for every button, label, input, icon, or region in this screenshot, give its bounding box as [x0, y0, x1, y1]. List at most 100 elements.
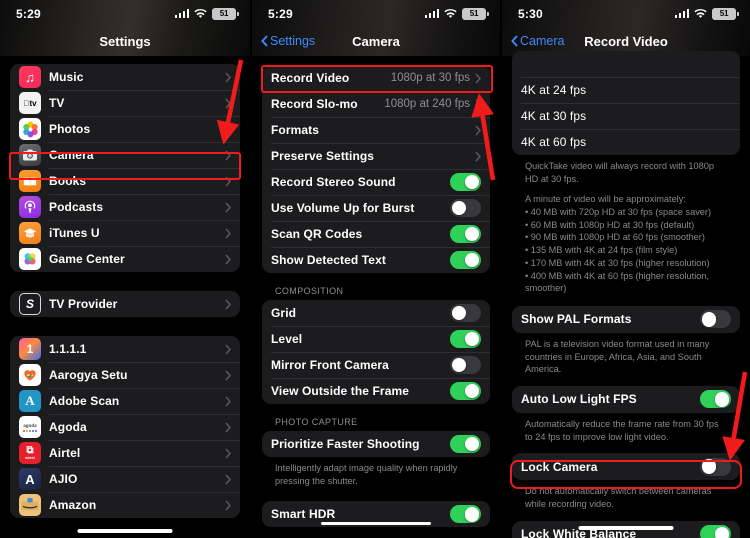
row-record-stereo-sound[interactable]: Record Stereo Sound	[262, 169, 490, 195]
wifi-icon	[694, 8, 707, 19]
toggle-grid[interactable]	[450, 304, 481, 322]
chevron-right-icon	[225, 370, 231, 380]
chevron-right-icon	[475, 125, 481, 135]
nav-bar: Camera Record Video	[502, 27, 750, 55]
row-mirror-front-camera[interactable]: Mirror Front Camera	[262, 352, 490, 378]
sidebar-item-books[interactable]: Books	[10, 168, 240, 194]
row-label: Record Video	[271, 71, 350, 85]
sidebar-item-aarogya-setu[interactable]: Aarogya Setu	[10, 362, 240, 388]
sidebar-item-agoda[interactable]: agoda Agoda	[10, 414, 240, 440]
row-lock-camera[interactable]: Lock Camera	[512, 453, 740, 480]
sidebar-item-music[interactable]: ♫ Music	[10, 64, 240, 90]
row-label: Smart HDR	[271, 507, 336, 522]
option-4k-60[interactable]: 4K at 60 fps	[512, 129, 740, 155]
toggle-record-stereo-sound[interactable]	[450, 173, 481, 191]
row-label: Agoda	[49, 420, 87, 434]
row-label: 4K at 30 fps	[521, 109, 587, 123]
row-label: View Outside the Frame	[271, 384, 410, 398]
chevron-right-icon	[225, 98, 231, 108]
toggle-prioritize-faster-shooting[interactable]	[450, 435, 481, 453]
back-button[interactable]: Camera	[511, 34, 564, 48]
row-label: 4K at 24 fps	[521, 83, 587, 97]
composition-group: Grid Level Mirror Front Camera View Outs…	[262, 300, 490, 404]
back-label: Settings	[270, 34, 316, 48]
cellular-bars-icon	[424, 9, 439, 18]
chevron-right-icon	[225, 422, 231, 432]
cloudflare-app-icon: 1	[19, 338, 41, 360]
home-indicator	[578, 526, 674, 530]
toggle-show-pal-formats[interactable]	[700, 310, 731, 329]
row-label: Scan QR Codes	[271, 227, 363, 241]
three-panel-screenshot: 5:29 51 Settings ♫ Music tv	[0, 0, 750, 538]
toggle-use-volume-up-for-burst[interactable]	[450, 199, 481, 217]
footnote-sizes-intro: A minute of video will be approximately:	[525, 194, 686, 205]
row-label: Level	[271, 332, 303, 346]
sidebar-item-tv[interactable]: tv TV	[10, 90, 240, 116]
status-bar: 5:30 51	[502, 0, 750, 27]
section-header-photo-capture: PHOTO CAPTURE	[275, 417, 358, 427]
row-label: Record Stereo Sound	[271, 175, 396, 189]
sidebar-item-itunes-u[interactable]: iTunes U	[10, 220, 240, 246]
option-4k-24[interactable]: 4K at 24 fps	[512, 77, 740, 103]
row-grid[interactable]: Grid	[262, 300, 490, 326]
sidebar-item-cloudflare[interactable]: 1 1.1.1.1	[10, 336, 240, 362]
row-label: Use Volume Up for Burst	[271, 201, 415, 215]
sidebar-item-adobe-scan[interactable]: A Adobe Scan	[10, 388, 240, 414]
row-scan-qr-codes[interactable]: Scan QR Codes	[262, 221, 490, 247]
toggle-scan-qr-codes[interactable]	[450, 225, 481, 243]
lock-camera-group: Lock Camera	[512, 453, 740, 481]
chevron-right-icon	[225, 254, 231, 264]
row-record-video[interactable]: Record Video 1080p at 30 fps	[262, 65, 490, 91]
footnote-size-3: • 135 MB with 4K at 24 fps (film style)	[525, 245, 678, 256]
photo-capture-group: Prioritize Faster Shooting	[262, 431, 490, 457]
row-show-detected-text[interactable]: Show Detected Text	[262, 247, 490, 273]
sidebar-item-ajio[interactable]: A AJIO	[10, 466, 240, 492]
row-preserve-settings[interactable]: Preserve Settings	[262, 143, 490, 169]
row-prioritize-faster-shooting[interactable]: Prioritize Faster Shooting	[262, 431, 490, 457]
footnote-pal: PAL is a television video format used in…	[525, 338, 710, 375]
row-record-slo-mo[interactable]: Record Slo-mo 1080p at 240 fps	[262, 91, 490, 117]
back-button[interactable]: Settings	[261, 34, 315, 48]
wifi-icon	[444, 8, 457, 19]
sidebar-item-camera[interactable]: Camera	[10, 142, 240, 168]
sidebar-item-airtel[interactable]: ⧉ airtel Airtel	[10, 440, 240, 466]
toggle-smart-hdr[interactable]	[450, 505, 481, 524]
sidebar-item-amazon[interactable]: Amazon	[10, 492, 240, 518]
toggle-lock-camera[interactable]	[700, 457, 731, 476]
toggle-lock-white-balance[interactable]	[700, 525, 731, 538]
tv-provider-app-icon: S	[19, 293, 41, 315]
nav-bar: Settings Camera	[252, 27, 500, 55]
toggle-show-detected-text[interactable]	[450, 251, 481, 269]
sidebar-item-game-center[interactable]: Game Center	[10, 246, 240, 272]
chevron-right-icon	[225, 72, 231, 82]
home-indicator	[321, 521, 431, 525]
row-label: Grid	[271, 306, 297, 320]
sidebar-item-tv-provider[interactable]: S TV Provider	[10, 291, 240, 317]
toggle-mirror-front-camera[interactable]	[450, 356, 481, 374]
home-indicator	[77, 529, 173, 533]
apps-group-2: S TV Provider	[10, 291, 240, 317]
record-video-list: 4K at 24 fps 4K at 30 fps 4K at 60 fps Q…	[502, 51, 750, 538]
panel-record-video: 5:30 51 Camera Record Video 4K at 24 fps	[500, 0, 750, 538]
option-4k-30[interactable]: 4K at 30 fps	[512, 103, 740, 129]
sidebar-item-photos[interactable]: Photos	[10, 116, 240, 142]
chevron-right-icon	[225, 176, 231, 186]
row-auto-low-light-fps[interactable]: Auto Low Light FPS	[512, 386, 740, 413]
sidebar-item-podcasts[interactable]: Podcasts	[10, 194, 240, 220]
toggle-auto-low-light-fps[interactable]	[700, 390, 731, 409]
row-use-volume-up-for-burst[interactable]: Use Volume Up for Burst	[262, 195, 490, 221]
chevron-right-icon	[225, 150, 231, 160]
chevron-right-icon	[225, 344, 231, 354]
toggle-level[interactable]	[450, 330, 481, 348]
row-show-pal-formats[interactable]: Show PAL Formats	[512, 306, 740, 333]
footnote-size-1: • 60 MB with 1080p HD at 30 fps (default…	[525, 219, 695, 230]
row-view-outside-the-frame[interactable]: View Outside the Frame	[262, 378, 490, 404]
row-label: Show Detected Text	[271, 253, 386, 267]
toggle-view-outside-the-frame[interactable]	[450, 382, 481, 400]
row-formats[interactable]: Formats	[262, 117, 490, 143]
row-level[interactable]: Level	[262, 326, 490, 352]
back-label: Camera	[520, 34, 565, 48]
status-time: 5:29	[268, 6, 293, 21]
aarogya-setu-app-icon	[19, 364, 41, 386]
chevron-right-icon	[225, 202, 231, 212]
